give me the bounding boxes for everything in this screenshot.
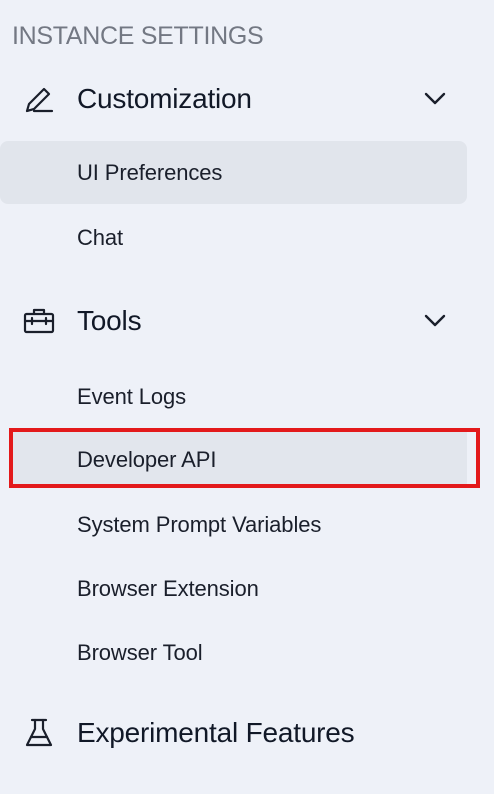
sidebar-item-label: Event Logs bbox=[77, 383, 187, 409]
group-tools[interactable]: Tools bbox=[0, 295, 494, 347]
toolbox-icon bbox=[23, 308, 55, 334]
group-customization[interactable]: Customization bbox=[0, 73, 494, 125]
sidebar-item-ui-preferences[interactable]: UI Preferences bbox=[0, 141, 467, 204]
sidebar-item-browser-extension[interactable]: Browser Extension bbox=[0, 557, 467, 620]
chevron-down-icon[interactable] bbox=[420, 84, 450, 114]
sidebar-item-system-prompt-variables[interactable]: System Prompt Variables bbox=[0, 493, 467, 556]
sidebar-item-label: UI Preferences bbox=[77, 159, 223, 185]
section-title: INSTANCE SETTINGS bbox=[12, 22, 264, 50]
sidebar-item-label: Browser Tool bbox=[77, 639, 203, 665]
group-label-experimental-features: Experimental Features bbox=[77, 717, 355, 748]
settings-sidebar: INSTANCE SETTINGS Customization UI Prefe… bbox=[0, 0, 494, 794]
sidebar-item-event-logs[interactable]: Event Logs bbox=[0, 365, 467, 428]
group-label-tools: Tools bbox=[77, 305, 142, 336]
sidebar-item-label: Browser Extension bbox=[77, 575, 259, 601]
sidebar-item-chat[interactable]: Chat bbox=[0, 206, 467, 269]
flask-icon bbox=[25, 718, 53, 747]
sidebar-item-label: Developer API bbox=[77, 446, 217, 472]
group-label-customization: Customization bbox=[77, 83, 252, 114]
group-experimental-features[interactable]: Experimental Features bbox=[0, 707, 494, 759]
pencil-icon bbox=[25, 87, 54, 113]
chevron-down-icon[interactable] bbox=[420, 306, 450, 336]
sidebar-item-browser-tool[interactable]: Browser Tool bbox=[0, 621, 467, 684]
sidebar-item-label: System Prompt Variables bbox=[77, 511, 322, 537]
sidebar-item-developer-api[interactable]: Developer API bbox=[12, 432, 467, 487]
sidebar-item-label: Chat bbox=[77, 224, 124, 250]
